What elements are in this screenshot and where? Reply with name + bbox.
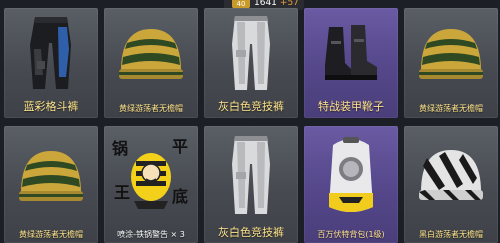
beanie-icon: [404, 130, 498, 219]
item-card-4[interactable]: 特战装甲靴子: [304, 8, 398, 118]
item-card-1[interactable]: 蓝彩格斗裤: [4, 8, 98, 118]
pants-icon: [4, 12, 98, 94]
item-card-2[interactable]: 黄绿游荡者无檐帽: [104, 8, 198, 118]
item-name: 灰白色竞技裤: [218, 100, 284, 113]
beanie-icon: [404, 12, 498, 94]
backpack-icon: [304, 130, 398, 219]
item-name: 灰白色竞技裤: [218, 226, 284, 239]
item-card-5[interactable]: 黄绿游荡者无檐帽: [404, 8, 498, 118]
reward-grid: 40 1641 +57 蓝彩格斗裤 黄绿游荡者无檐帽 灰白色竞技裤 特战装甲靴子…: [0, 0, 500, 243]
item-name: 喷涂-铁锅警告 × 3: [117, 230, 185, 239]
item-name: 黄绿游荡者无檐帽: [19, 230, 83, 239]
item-name: 黄绿游荡者无檐帽: [419, 104, 483, 113]
item-name: 黑白游荡者无檐帽: [419, 230, 483, 239]
item-name: 黄绿游荡者无檐帽: [119, 104, 183, 113]
sticker-char: 锅: [112, 138, 129, 158]
beanie-icon: [104, 12, 198, 94]
currency-counter: 1641 +57: [254, 0, 299, 8]
pants-icon: [204, 130, 298, 219]
item-card-6[interactable]: 黄绿游荡者无檐帽: [4, 126, 98, 243]
item-card-3[interactable]: 灰白色竞技裤: [204, 8, 298, 118]
item-card-7[interactable]: 锅 平 王 底 喷涂-铁锅警告 × 3: [104, 126, 198, 243]
item-name: 特战装甲靴子: [318, 100, 384, 113]
counter-delta: +57: [279, 0, 299, 8]
sticker-char: 底: [172, 186, 189, 206]
item-card-8[interactable]: 灰白色竞技裤: [204, 126, 298, 243]
sticker-char: 王: [114, 182, 131, 202]
counter-value: 1641: [254, 0, 277, 8]
beanie-icon: [4, 130, 98, 219]
pants-icon: [204, 12, 298, 94]
item-card-10[interactable]: 黑白游荡者无檐帽: [404, 126, 498, 243]
item-name: 蓝彩格斗裤: [23, 100, 79, 113]
boots-icon: [304, 12, 398, 94]
spray-sticker-icon: 锅 平 王 底: [104, 130, 198, 219]
item-name: 百万伏特背包(1级): [317, 230, 385, 239]
sticker-char: 平: [172, 136, 189, 156]
item-card-9[interactable]: 百万伏特背包(1级): [304, 126, 398, 243]
